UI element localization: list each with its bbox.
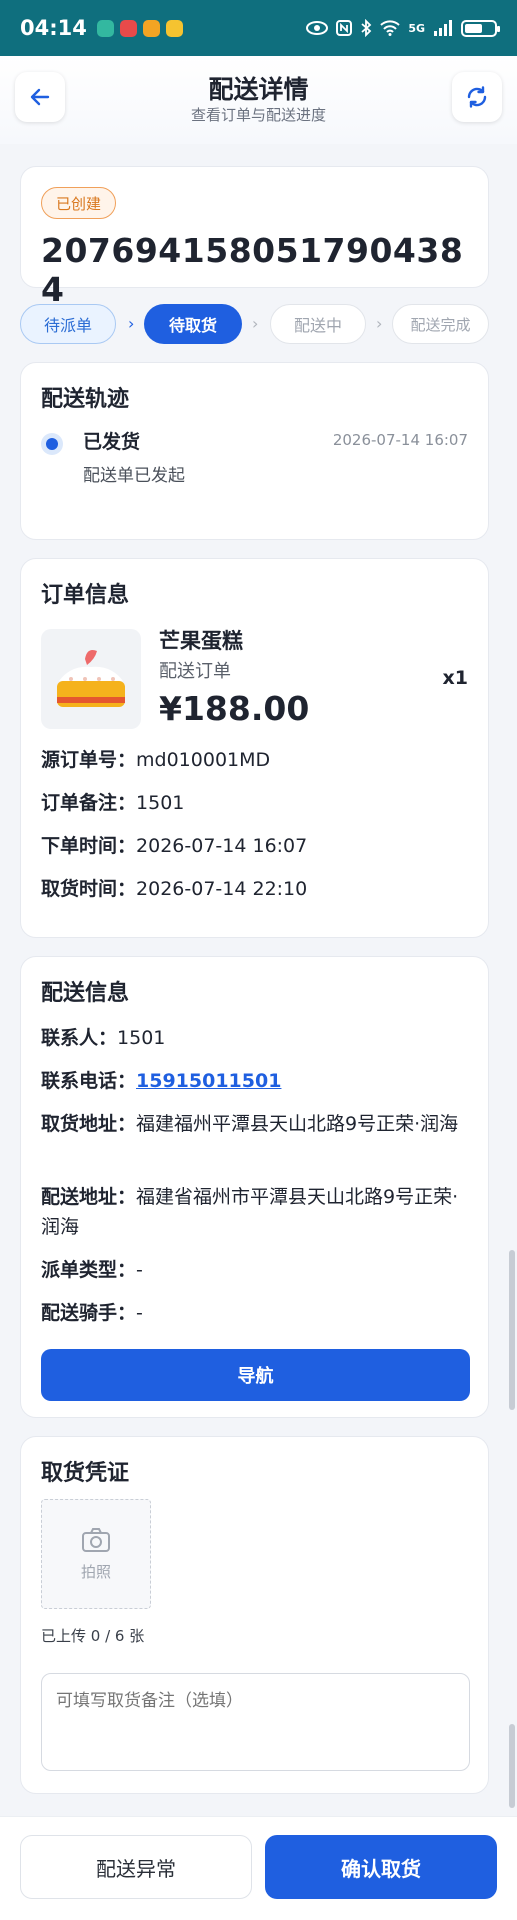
field-source-order: 源订单号：md010001MD <box>41 745 468 775</box>
field-order-note: 订单备注：1501 <box>41 788 468 818</box>
delivery-info-title: 配送信息 <box>41 981 130 1006</box>
delivery-info-card: 配送信息 联系人：1501 联系电话：15915011501 取货地址：福建福州… <box>20 956 489 1418</box>
order-number: 207694158051790438 4 <box>41 231 464 309</box>
field-value: 2026-07-14 22:10 <box>136 878 308 900</box>
step-completed: 配送完成 <box>392 304 489 344</box>
order-info-title: 订单信息 <box>41 583 130 608</box>
refresh-icon <box>467 86 487 108</box>
chevron-right-icon: › <box>128 314 135 333</box>
track-event-time: 2026-07-14 16:07 <box>332 431 468 449</box>
field-contact: 联系人：1501 <box>41 1023 468 1053</box>
order-info-card: 订单信息 芒果蛋糕 配送订单 ¥188.00 x1 源订单号：md010001M… <box>20 558 489 938</box>
field-value: 福建福州平潭县天山北路9号正荣·润海 <box>136 1113 459 1135</box>
status-bar: 04:14 5G <box>0 0 517 56</box>
field-key: 派单类型： <box>41 1259 137 1281</box>
photo-label: 拍照 <box>80 1562 111 1581</box>
product-name: 芒果蛋糕 <box>159 629 243 653</box>
field-dispatch-type: 派单类型：- <box>41 1255 468 1285</box>
step-pending-pickup: 待取货 <box>144 304 242 344</box>
product-price: ¥188.00 <box>159 689 310 728</box>
track-title: 配送轨迹 <box>41 387 130 412</box>
field-value: md010001MD <box>136 749 271 771</box>
confirm-pickup-button[interactable]: 确认取货 <box>265 1835 497 1899</box>
field-key: 联系人： <box>41 1027 118 1049</box>
field-key: 配送地址： <box>41 1186 137 1208</box>
field-key: 取货地址： <box>41 1113 137 1135</box>
field-value: 2026-07-14 16:07 <box>136 835 308 857</box>
field-order-time: 下单时间：2026-07-14 16:07 <box>41 831 468 861</box>
camera-icon <box>82 1527 110 1552</box>
field-value: - <box>136 1302 143 1324</box>
pickup-note-input[interactable] <box>41 1673 470 1771</box>
page-header: 配送详情 查看订单与配送进度 <box>0 56 517 144</box>
status-time: 04:14 <box>20 16 87 40</box>
app-notification-icon <box>165 19 183 37</box>
app-notification-icon <box>96 19 114 37</box>
refresh-button[interactable] <box>452 72 502 122</box>
field-phone: 联系电话：15915011501 <box>41 1066 468 1096</box>
page-title: 配送详情 <box>208 75 309 104</box>
progress-steps: 待派单 › 待取货 › 配送中 › 配送完成 <box>20 304 489 346</box>
status-badge: 已创建 <box>41 187 117 219</box>
product-quantity: x1 <box>442 667 468 689</box>
field-value: 1501 <box>117 1027 166 1049</box>
chevron-right-icon: › <box>376 314 383 333</box>
signal-icon <box>434 20 452 36</box>
field-delivery-address: 配送地址：福建省福州市平潭县天山北路9号正荣·润海 <box>41 1182 468 1242</box>
scrollbar-thumb[interactable] <box>509 1724 515 1808</box>
delivery-exception-button[interactable]: 配送异常 <box>20 1835 252 1899</box>
product-type: 配送订单 <box>159 661 231 682</box>
cake-icon <box>57 650 125 707</box>
product-image <box>41 629 141 729</box>
nfc-icon <box>336 20 353 36</box>
phone-link[interactable]: 15915011501 <box>136 1070 281 1092</box>
step-pending-dispatch: 待派单 <box>20 304 116 344</box>
field-key: 订单备注： <box>41 792 137 814</box>
field-key: 下单时间： <box>41 835 137 857</box>
track-event-desc: 配送单已发起 <box>83 466 185 486</box>
scrollbar-thumb[interactable] <box>509 1250 515 1410</box>
bottom-action-bar: 配送异常 确认取货 <box>0 1816 517 1920</box>
bluetooth-icon <box>361 19 372 37</box>
field-key: 配送骑手： <box>41 1302 137 1324</box>
app-notification-icon <box>119 19 137 37</box>
chevron-right-icon: › <box>252 314 259 333</box>
track-event-title: 已发货 <box>83 431 141 453</box>
step-delivering: 配送中 <box>270 304 366 344</box>
timeline-dot <box>41 433 63 455</box>
pickup-proof-title: 取货凭证 <box>41 1461 130 1486</box>
wifi-icon <box>380 20 401 36</box>
field-value: 1501 <box>136 792 185 814</box>
network-type: 5G <box>408 21 425 35</box>
delivery-track-card: 配送轨迹 已发货 2026-07-14 16:07 配送单已发起 <box>20 362 489 540</box>
page-subtitle: 查看订单与配送进度 <box>190 106 326 124</box>
field-key: 取货时间： <box>41 878 137 900</box>
field-key: 源订单号： <box>41 749 137 771</box>
upload-count: 已上传 0 / 6 张 <box>41 1627 145 1645</box>
field-pickup-address: 取货地址：福建福州平潭县天山北路9号正荣·润海 <box>41 1109 468 1139</box>
app-notification-icon <box>142 19 160 37</box>
eye-icon <box>306 21 329 35</box>
field-value: - <box>136 1259 143 1281</box>
field-rider: 配送骑手：- <box>41 1298 468 1328</box>
pickup-proof-card: 取货凭证 拍照 已上传 0 / 6 张 <box>20 1436 489 1794</box>
navigate-button[interactable]: 导航 <box>41 1349 470 1401</box>
battery-icon <box>461 19 500 37</box>
order-summary-card: 已创建 207694158051790438 4 <box>20 166 489 309</box>
field-key: 联系电话： <box>41 1070 137 1092</box>
field-pickup-time: 取货时间：2026-07-14 22:10 <box>41 874 468 904</box>
photo-upload-button[interactable]: 拍照 <box>41 1499 151 1609</box>
